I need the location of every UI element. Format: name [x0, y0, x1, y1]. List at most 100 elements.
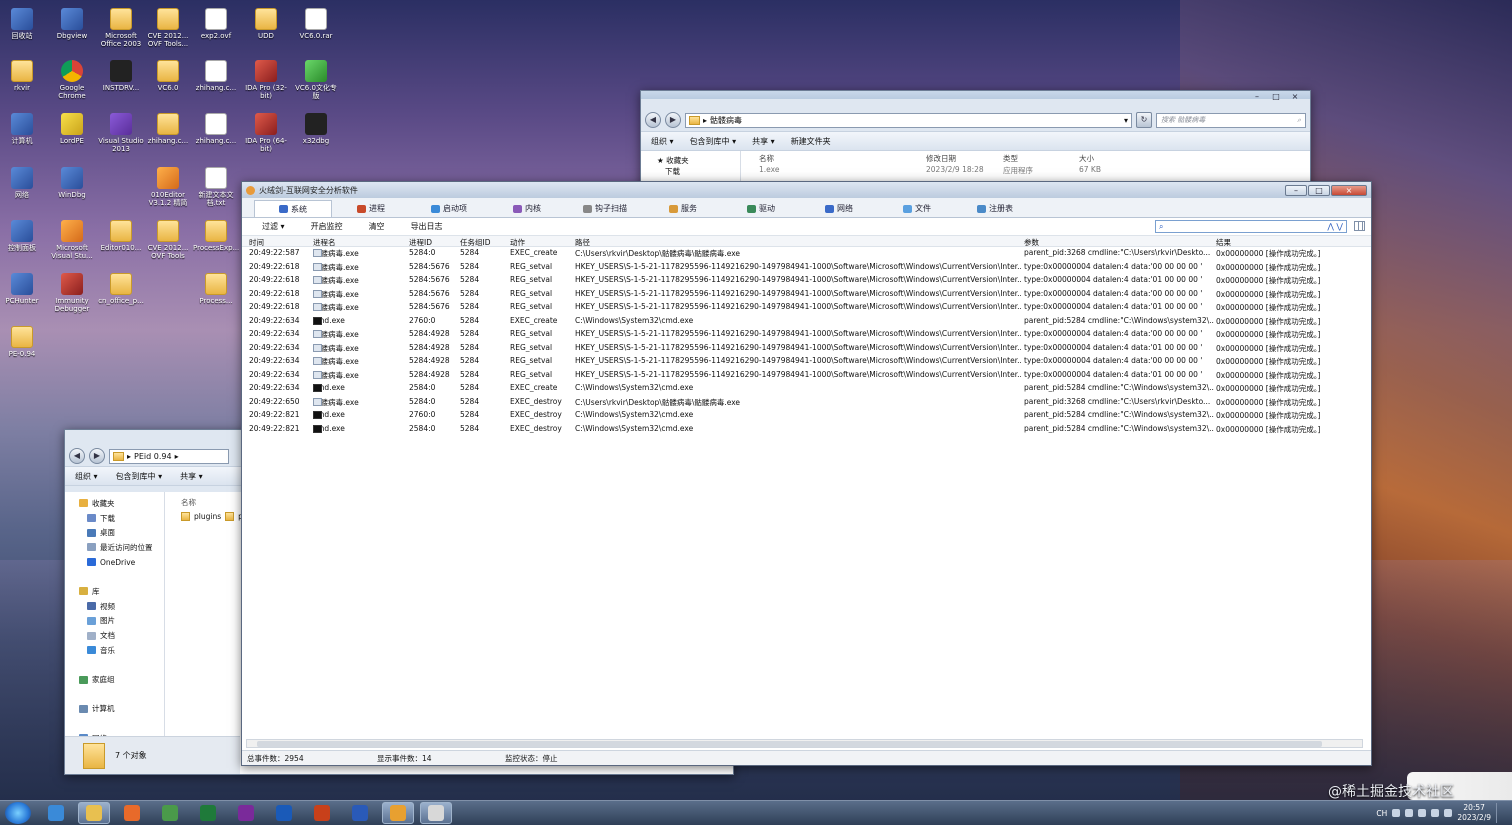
desktop-icon[interactable]: 控制面板: [0, 220, 45, 252]
table-row[interactable]: 20:49:22:634 骷髅病毒.exe 5284:4928 5284 REG_set…: [242, 355, 1371, 369]
nav-item[interactable]: 计算机: [79, 702, 164, 717]
desktop-icon[interactable]: VC6.0.rar: [293, 8, 339, 40]
nav-item[interactable]: 视频: [79, 599, 164, 614]
nav-item[interactable]: 家庭组: [79, 672, 164, 687]
desktop-icon[interactable]: 网络: [0, 167, 45, 199]
taskbar-chrome[interactable]: [154, 802, 186, 824]
desktop-icon[interactable]: Process...: [193, 273, 239, 305]
taskbar-media-player[interactable]: [116, 802, 148, 824]
flag-icon[interactable]: [1418, 809, 1427, 817]
desktop-icon[interactable]: Microsoft Visual Stu...: [49, 220, 95, 260]
scrollbar-thumb[interactable]: [257, 741, 1322, 747]
column-settings-icon[interactable]: [1354, 221, 1365, 231]
close-button[interactable]: ×: [1286, 93, 1304, 102]
search-input[interactable]: ⌕ ⋀ ⋁: [1155, 220, 1347, 233]
table-row[interactable]: 20:49:22:618 骷髅病毒.exe 5284:5676 5284 REG_set…: [242, 288, 1371, 302]
tab-3[interactable]: 内核: [488, 200, 566, 217]
search-box[interactable]: 搜索 骷髅病毒 ⌕: [1156, 112, 1306, 128]
desktop-icon[interactable]: IDA Pro (64-bit): [243, 113, 289, 153]
start-monitor-button[interactable]: 开启监控: [311, 221, 343, 232]
desktop-icon[interactable]: zhihang.c...: [193, 113, 239, 145]
back-button[interactable]: ◀: [69, 448, 85, 464]
nav-item[interactable]: 下载: [79, 511, 164, 526]
table-row[interactable]: 20:49:22:618 骷髅病毒.exe 5284:5676 5284 REG_set…: [242, 261, 1371, 275]
table-row[interactable]: 20:49:22:650 骷髅病毒.exe 5284:0 5284 EXEC_destr…: [242, 396, 1371, 410]
desktop-icon[interactable]: 计算机: [0, 113, 45, 145]
table-row[interactable]: 20:49:22:618 骷髅病毒.exe 5284:5676 5284 REG_set…: [242, 301, 1371, 315]
show-desktop-button[interactable]: [1496, 803, 1504, 823]
command-button[interactable]: 共享 ▾: [180, 471, 203, 482]
desktop-icon[interactable]: 010Editor V3.1.2 精简: [145, 167, 191, 207]
taskbar-hrsword[interactable]: [382, 802, 414, 824]
tab-5[interactable]: 服务: [644, 200, 722, 217]
back-button[interactable]: ◀: [645, 112, 661, 128]
minimize-button[interactable]: –: [1285, 184, 1307, 196]
help-icon[interactable]: [1392, 809, 1401, 817]
desktop-icon[interactable]: CVE 2012... OVF Tools: [145, 220, 191, 260]
command-button[interactable]: 包含到库中 ▾: [690, 136, 737, 147]
desktop-icon[interactable]: rkvir: [0, 60, 45, 92]
tab-4[interactable]: 钩子扫描: [566, 200, 644, 217]
table-row[interactable]: 20:49:22:634 cmd.exe 2584:0 5284 EXEC_create…: [242, 382, 1371, 396]
tab-9[interactable]: 注册表: [956, 200, 1034, 217]
settings-icon[interactable]: [1405, 809, 1414, 817]
desktop-icon[interactable]: cn_office_p...: [98, 273, 144, 305]
desktop-icon[interactable]: WinDbg: [49, 167, 95, 199]
desktop-icon[interactable]: zhihang.c...: [145, 113, 191, 145]
table-row[interactable]: 20:49:22:634 cmd.exe 2760:0 5284 EXEC_create…: [242, 315, 1371, 329]
address-bar[interactable]: ▸ PEid 0.94 ▸: [109, 448, 229, 464]
desktop-icon[interactable]: zhihang.c...: [193, 60, 239, 92]
desktop-icon[interactable]: CVE 2012... OVF Tools...: [145, 8, 191, 48]
table-row[interactable]: 20:49:22:587 骷髅病毒.exe 5284:0 5284 EXEC_creat…: [242, 247, 1371, 261]
ime-indicator[interactable]: CH: [1376, 809, 1387, 818]
horizontal-scrollbar[interactable]: [246, 739, 1363, 748]
desktop-icon[interactable]: INSTDRV...: [98, 60, 144, 92]
nav-item[interactable]: 音乐: [79, 643, 164, 658]
command-button[interactable]: 组织 ▾: [651, 136, 674, 147]
taskbar-hrsword-2[interactable]: [420, 802, 452, 824]
command-button[interactable]: 包含到库中 ▾: [116, 471, 163, 482]
command-button[interactable]: 新建文件夹: [791, 136, 831, 147]
tab-1[interactable]: 进程: [332, 200, 410, 217]
desktop-icon[interactable]: PCHunter: [0, 273, 45, 305]
forward-button[interactable]: ▶: [89, 448, 105, 464]
nav-item[interactable]: 收藏夹: [79, 496, 164, 511]
taskbar-excel[interactable]: [192, 802, 224, 824]
forward-button[interactable]: ▶: [665, 112, 681, 128]
tab-7[interactable]: 网络: [800, 200, 878, 217]
nav-favorites[interactable]: ★ 收藏夹: [657, 155, 740, 166]
tab-6[interactable]: 驱动: [722, 200, 800, 217]
tab-2[interactable]: 启动项: [410, 200, 488, 217]
table-row[interactable]: 20:49:22:634 骷髅病毒.exe 5284:4928 5284 REG_set…: [242, 342, 1371, 356]
desktop-icon[interactable]: x32dbg: [293, 113, 339, 145]
nav-item[interactable]: 图片: [79, 614, 164, 629]
clock[interactable]: 20:57 2023/2/9: [1457, 803, 1491, 823]
desktop-icon[interactable]: Google Chrome: [49, 60, 95, 100]
minimize-button[interactable]: –: [1248, 93, 1266, 102]
desktop-icon[interactable]: Editor010...: [98, 220, 144, 252]
desktop-icon[interactable]: exp2.ovf: [193, 8, 239, 40]
explorer-window-virus-folder[interactable]: – □ × ◀ ▶ ▸ 骷髅病毒 ▾ ↻ 搜索 骷髅病毒 ⌕ 组织 ▾ 包含到库中 ▾ 共…: [640, 90, 1311, 190]
table-row[interactable]: 20:49:22:821 cmd.exe 2584:0 5284 EXEC_destro…: [242, 423, 1371, 437]
desktop-icon[interactable]: UDD: [243, 8, 289, 40]
start-button[interactable]: [5, 802, 31, 824]
desktop-icon[interactable]: IDA Pro (32-bit): [243, 60, 289, 100]
clear-button[interactable]: 清空: [369, 221, 385, 232]
command-button[interactable]: 共享 ▾: [752, 136, 775, 147]
desktop-icon[interactable]: ProcessExp...: [193, 220, 239, 252]
nav-item[interactable]: 桌面: [79, 525, 164, 540]
maximize-button[interactable]: □: [1267, 93, 1285, 102]
desktop-icon[interactable]: VC6.0文化专版: [293, 60, 339, 100]
desktop-icon[interactable]: Immunity Debugger: [49, 273, 95, 313]
taskbar-explorer[interactable]: [78, 802, 110, 824]
taskbar-powerpoint[interactable]: [306, 802, 338, 824]
desktop-icon[interactable]: Microsoft Office 2003: [98, 8, 144, 48]
nav-item[interactable]: OneDrive: [79, 555, 164, 570]
desktop-icon[interactable]: Dbgview: [49, 8, 95, 40]
desktop-icon[interactable]: VC6.0: [145, 60, 191, 92]
file-row[interactable]: 1.exe 2023/2/9 18:28 应用程序 67 KB: [756, 163, 1310, 175]
desktop-icon[interactable]: 新建文本文档.txt: [193, 167, 239, 207]
taskbar-word[interactable]: [344, 802, 376, 824]
tab-0[interactable]: 系统: [254, 200, 332, 217]
nav-item[interactable]: 文档: [79, 628, 164, 643]
